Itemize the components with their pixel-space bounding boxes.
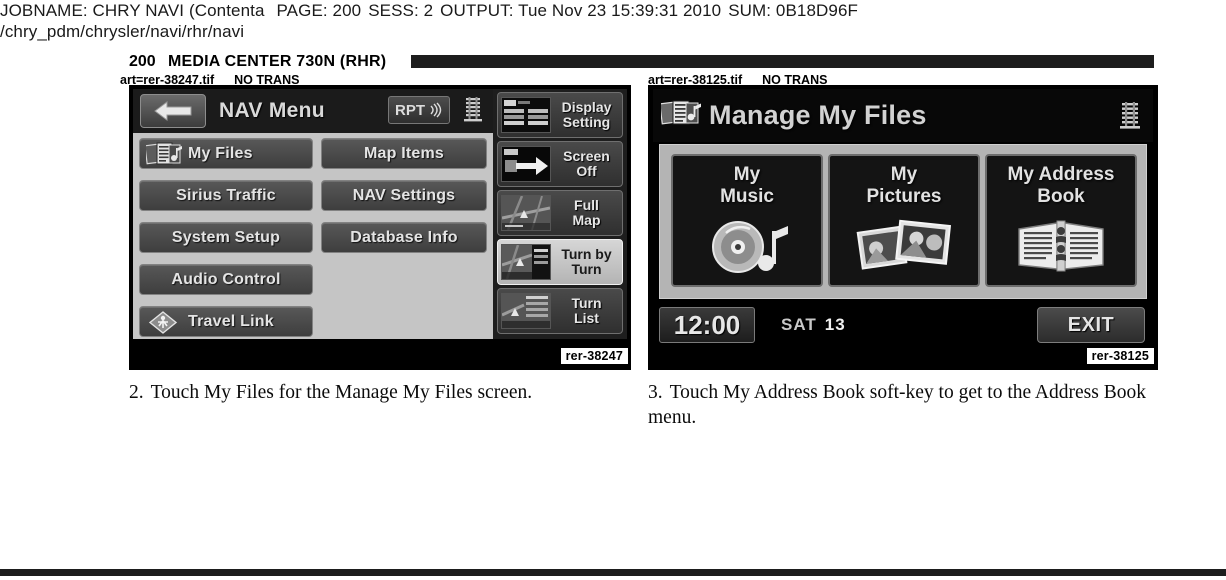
menu-button-travel-link[interactable]: Travel Link [139,306,313,337]
mmf-titlebar: Manage My Files [653,89,1153,142]
tile-label-line2: Music [720,186,774,207]
soft-key-full-map[interactable]: Full Map [497,190,623,236]
soft-key-turn-list[interactable]: Turn List [497,288,623,334]
rpt-label: RPT [395,101,425,119]
menu-button-map-items[interactable]: Map Items [321,138,487,169]
nav-menu-title: NAV Menu [219,99,325,122]
nav-menu-screen: NAV Menu RPT My Files Map Items Sirius T… [133,89,627,351]
output-text: OUTPUT: Tue Nov 23 15:39:31 2010 [440,1,722,20]
equalizer-icon[interactable] [1119,102,1141,130]
turn-list-icon [501,293,551,329]
page-id-row: 200 MEDIA CENTER 730N (RHR) [129,53,1159,71]
print-job-header: JOBNAME: CHRY NAVI (Contenta PAGE: 200 SES… [0,0,1226,42]
sound-wave-icon [430,102,442,118]
cd-music-note-icon [673,215,821,277]
display-setting-icon [501,97,551,133]
jobname-text: JOBNAME: CHRY NAVI (Contenta [0,1,265,20]
open-address-book-icon [987,215,1135,277]
page-number: 200 [129,53,156,70]
step-2-text: Touch My Files for the Manage My Files s… [150,382,533,403]
tile-my-music[interactable]: My Music [671,154,823,287]
mmf-title-text: Manage My Files [709,100,927,130]
nav-soft-key-column: Display Setting Screen Off Full Map Turn… [493,89,627,339]
photos-icon [830,215,978,277]
figure-tag-left: rer-38247 [560,348,628,364]
soft-key-turn-by-turn[interactable]: Turn by Turn [497,239,623,285]
tile-label-line1: My [890,164,918,185]
menu-button-system-setup[interactable]: System Setup [139,222,313,253]
sess-text: SESS: 2 [368,1,434,20]
menu-button-label: Database Info [350,228,458,246]
screenshot-manage-my-files: Manage My Files My Music My Pictures My … [648,85,1158,370]
menu-button-label: System Setup [171,228,281,246]
date-label: 13 [824,315,846,334]
tile-label-line1: My Address [1007,164,1115,185]
soft-key-label: Display Setting [561,99,612,130]
menu-button-my-files[interactable]: My Files [139,138,313,169]
travel-link-icon [146,310,180,340]
step-3-number: 3. [648,382,663,403]
menu-button-label: Travel Link [188,312,274,330]
step-2-number: 2. [129,382,144,403]
full-map-icon [501,195,551,231]
step-2-paragraph: 2. Touch My Files for the Manage My Files… [129,380,629,405]
mmf-status-bar: 12:00 SAT 13 EXIT [653,303,1153,347]
soft-key-label: Turn List [571,295,602,326]
soft-key-screen-off[interactable]: Screen Off [497,141,623,187]
equalizer-icon[interactable] [463,97,483,123]
tile-my-address-book[interactable]: My Address Book [985,154,1137,287]
clock-display[interactable]: 12:00 [659,307,755,343]
menu-button-audio-control[interactable]: Audio Control [139,264,313,295]
menu-button-label: Map Items [363,144,445,162]
soft-key-label: Turn by Turn [561,246,612,277]
jobpath-text: /chry_pdm/chrysler/navi/rhr/navi [0,22,245,41]
menu-button-label: Sirius Traffic [176,186,276,204]
manage-my-files-screen: Manage My Files My Music My Pictures My … [653,89,1153,365]
tile-label-line2: Pictures [866,186,942,207]
menu-button-nav-settings[interactable]: NAV Settings [321,180,487,211]
day-label: SAT [781,315,817,334]
menu-button-sirius-traffic[interactable]: Sirius Traffic [139,180,313,211]
date-display: SAT 13 [781,315,846,335]
page-text: PAGE: 200 [276,1,362,20]
tile-label-line2: Book [1037,186,1085,207]
menu-button-label: Audio Control [171,270,281,288]
page-title: MEDIA CENTER 730N (RHR) [168,53,387,70]
media-files-icon [144,142,186,172]
rpt-button[interactable]: RPT [388,96,450,124]
screenshot-nav-menu: NAV Menu RPT My Files Map Items Sirius T… [129,85,631,370]
soft-key-label: Screen Off [563,148,610,179]
header-rule [411,55,1154,68]
screen-off-icon [501,146,551,182]
menu-button-label: My Files [188,144,253,162]
soft-key-label: Full Map [572,197,601,228]
tile-my-pictures[interactable]: My Pictures [828,154,980,287]
step-3-text: Touch My Address Book soft-key to get to… [648,382,1146,428]
back-button[interactable] [140,94,206,128]
tile-label-line1: My [733,164,761,185]
exit-button[interactable]: EXIT [1037,307,1145,343]
media-files-icon [659,99,705,132]
footer-rule [0,569,1226,576]
nav-menu-button-grid: My Files Map Items Sirius Traffic NAV Se… [133,133,493,339]
back-arrow-icon [154,101,192,121]
menu-button-database-info[interactable]: Database Info [321,222,487,253]
menu-button-label: NAV Settings [352,186,456,204]
mmf-tile-area: My Music My Pictures My Address Book [659,144,1147,299]
sum-text: SUM: 0B18D96F [728,1,858,20]
step-3-paragraph: 3. Touch My Address Book soft-key to get … [648,380,1160,430]
figure-tag-right: rer-38125 [1086,348,1154,364]
soft-key-display-setting[interactable]: Display Setting [497,92,623,138]
turn-by-turn-icon [501,244,551,280]
